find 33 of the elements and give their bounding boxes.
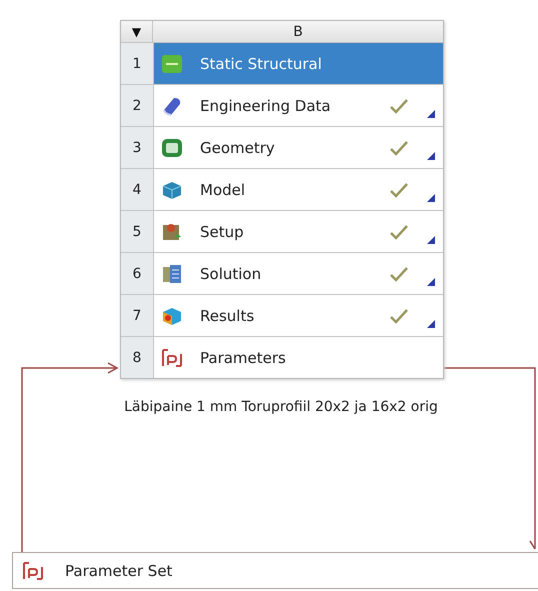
system-cell[interactable]: Results [154, 295, 443, 336]
check-icon [389, 264, 409, 282]
corner-triangle-icon[interactable] [427, 278, 435, 286]
column-header: B [153, 21, 443, 42]
system-cell[interactable]: Parameters [154, 337, 443, 378]
parameter-set-bar[interactable]: Parameter Set [12, 552, 538, 589]
system-cell[interactable]: Model [154, 169, 443, 210]
corner-triangle-icon[interactable] [427, 236, 435, 244]
check-icon [389, 222, 409, 240]
row-number: 6 [121, 253, 154, 294]
corner-triangle-icon[interactable] [427, 320, 435, 328]
system-cell[interactable]: Solution [154, 253, 443, 294]
corner-triangle-icon[interactable] [427, 152, 435, 160]
corner-triangle-icon[interactable] [427, 194, 435, 202]
parameter-set-label: Parameter Set [65, 562, 172, 580]
row-number: 5 [121, 211, 154, 252]
system-cell[interactable]: Static Structural [154, 43, 443, 84]
check-icon [389, 96, 409, 114]
system-cell[interactable]: Geometry [154, 127, 443, 168]
row-number: 4 [121, 169, 154, 210]
row-number: 1 [121, 43, 154, 84]
corner-triangle-icon[interactable] [427, 110, 435, 118]
system-name: Läbipaine 1 mm Toruprofiil 20x2 ja 16x2 orig [123, 399, 439, 415]
row-number: 2 [121, 85, 154, 126]
system-cell[interactable]: Engineering Data [154, 85, 443, 126]
row-number: 7 [121, 295, 154, 336]
check-icon [389, 180, 409, 198]
row-number: 3 [121, 127, 154, 168]
menu-button[interactable]: ▼ [121, 21, 153, 42]
system-cell[interactable]: Setup [154, 211, 443, 252]
row-number: 8 [121, 337, 154, 378]
check-icon [389, 138, 409, 156]
check-icon [389, 306, 409, 324]
